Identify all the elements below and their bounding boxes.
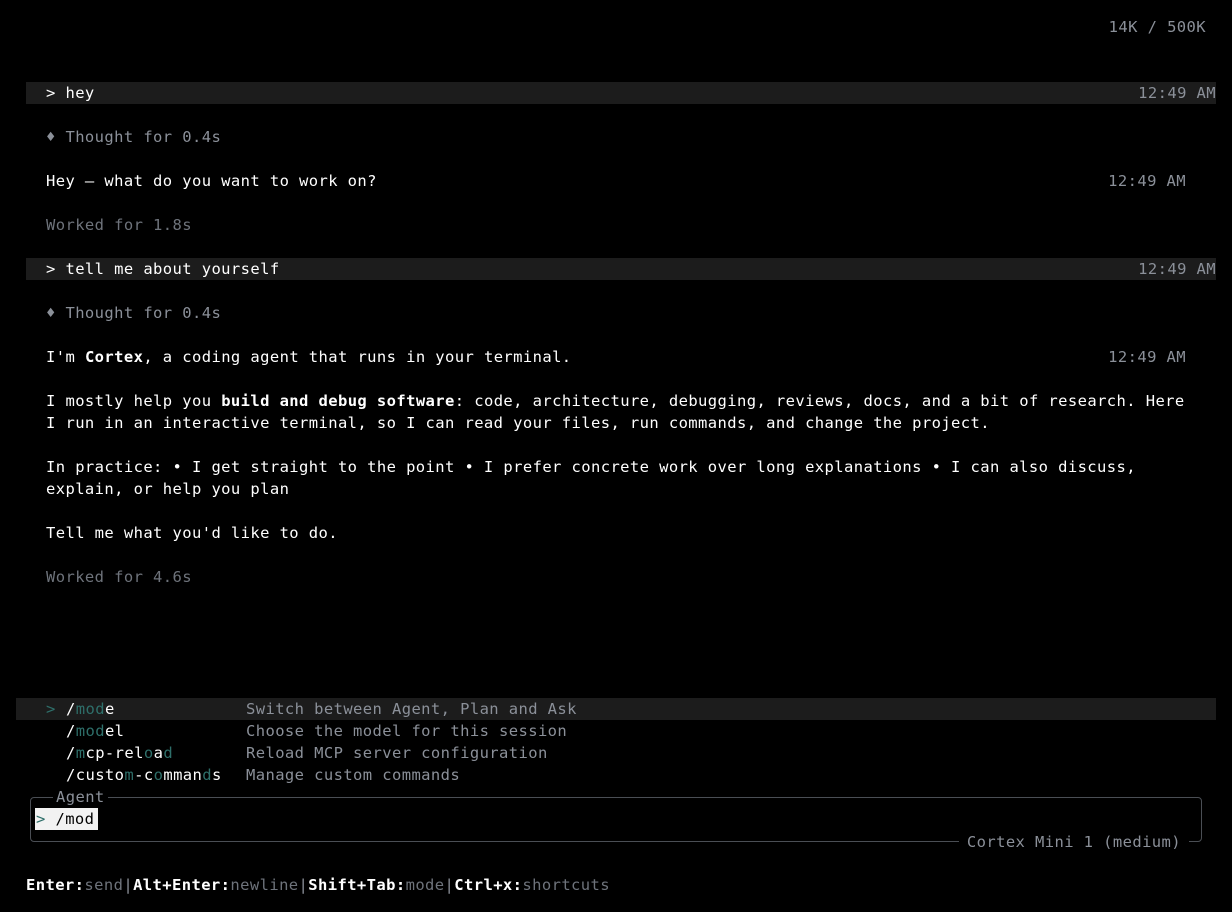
worked-duration: Worked for 1.8s <box>46 216 192 234</box>
separator: | <box>123 876 134 894</box>
user-message: > tell me about yourself 12:49 AM <box>26 258 1216 280</box>
command-name: /mode <box>66 700 115 718</box>
command-suggestion-model[interactable]: /model Choose the model for this session <box>16 720 1216 742</box>
reply-text: I mostly help you <box>46 392 222 410</box>
user-message: > hey 12:49 AM <box>26 82 1216 104</box>
separator: | <box>298 876 309 894</box>
prompt-input[interactable]: > /mod <box>35 808 99 830</box>
thought-indicator[interactable]: ♦ Thought for 0.4s <box>46 302 221 324</box>
user-message-text: > tell me about yourself <box>46 260 280 278</box>
shortcut-action: shortcuts <box>522 876 610 894</box>
shortcut-key: Shift+Tab: <box>308 876 406 894</box>
shortcut-bar: Enter:send|Alt+Enter:newline|Shift+Tab:m… <box>26 874 610 896</box>
prompt-value: /mod <box>55 810 95 828</box>
shortcut-key: Ctrl+x: <box>454 876 523 894</box>
timestamp: 12:49 AM <box>1108 172 1186 190</box>
reply-emphasis: build and debug software <box>221 392 455 410</box>
command-suggestion-mcp-reload[interactable]: /mcp-reload Reload MCP server configurat… <box>16 742 1216 764</box>
timestamp: 12:49 AM <box>1138 260 1216 278</box>
command-name: /custom-commands <box>66 766 222 784</box>
assistant-reply: I'm Cortex, a coding agent that runs in … <box>46 346 572 368</box>
reply-text: I'm <box>46 348 85 366</box>
command-suggestion-custom-commands[interactable]: /custom-commands Manage custom commands <box>16 764 1216 786</box>
command-description: Reload MCP server configuration <box>246 744 548 762</box>
shortcut-action: newline <box>230 876 299 894</box>
reply-paragraph: I mostly help you build and debug softwa… <box>46 390 1196 434</box>
timestamp: 12:49 AM <box>1108 348 1186 366</box>
selection-pointer: > <box>46 700 56 718</box>
reply-text: , a coding agent that runs in your termi… <box>143 348 572 366</box>
reply-paragraph: Tell me what you'd like to do. <box>46 524 338 542</box>
prompt-caret: > <box>36 810 46 828</box>
separator: | <box>444 876 455 894</box>
command-description: Switch between Agent, Plan and Ask <box>246 700 577 718</box>
shortcut-action: mode <box>405 876 445 894</box>
assistant-reply: Hey — what do you want to work on? <box>46 172 377 190</box>
token-usage: 14K / 500K <box>1108 18 1206 36</box>
user-message-text: > hey <box>46 84 95 102</box>
command-description: Choose the model for this session <box>246 722 568 740</box>
command-suggestion-mode[interactable]: > /mode Switch between Agent, Plan and A… <box>16 698 1216 720</box>
command-description: Manage custom commands <box>246 766 461 784</box>
command-name: /mcp-reload <box>66 744 174 762</box>
model-selector[interactable]: Cortex Mini 1 (medium) <box>958 831 1189 853</box>
reply-paragraph: In practice: • I get straight to the poi… <box>46 458 1136 498</box>
mode-label[interactable]: Agent <box>53 786 108 808</box>
shortcut-action: send <box>84 876 124 894</box>
shortcut-key: Enter: <box>26 876 85 894</box>
prompt-input-box[interactable]: Agent > /mod Cortex Mini 1 (medium) <box>30 786 1202 853</box>
agent-name: Cortex <box>84 348 144 366</box>
thought-indicator[interactable]: ♦ Thought for 0.4s <box>46 126 221 148</box>
shortcut-key: Alt+Enter: <box>133 876 231 894</box>
command-name: /model <box>66 722 125 740</box>
timestamp: 12:49 AM <box>1138 84 1216 102</box>
worked-duration: Worked for 4.6s <box>46 568 192 586</box>
